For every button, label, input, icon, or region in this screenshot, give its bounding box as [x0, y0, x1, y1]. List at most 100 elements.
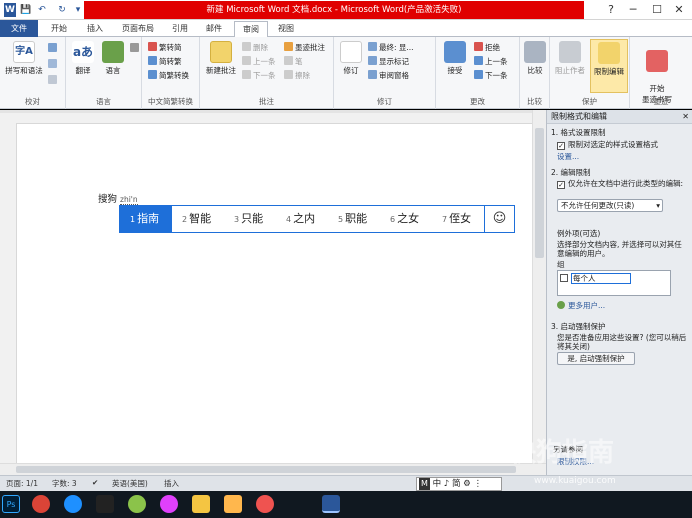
- map-icon[interactable]: [160, 495, 178, 513]
- close-button[interactable]: ✕: [668, 0, 690, 20]
- word-icon[interactable]: W: [4, 3, 16, 17]
- help-button[interactable]: ?: [600, 0, 622, 20]
- save-icon[interactable]: 💾: [20, 3, 32, 17]
- block-authors-button[interactable]: 阻止作者: [552, 41, 588, 76]
- formatting-settings-link[interactable]: 设置...: [557, 151, 579, 162]
- editing-type-select[interactable]: 不允许任何更改(只读) ▾: [557, 199, 663, 212]
- minimize-button[interactable]: ─: [622, 0, 644, 20]
- thesaurus-icon[interactable]: [48, 59, 59, 69]
- language-status[interactable]: 英语(美国): [112, 478, 148, 489]
- prev-comment-button[interactable]: 上一条: [242, 56, 276, 67]
- spelling-label: 拼写和语法: [5, 66, 43, 75]
- photoshop-icon[interactable]: Ps: [2, 495, 20, 513]
- groups-label: 组: [557, 260, 565, 269]
- tab-insert[interactable]: 插入: [80, 21, 110, 37]
- tab-references[interactable]: 引用: [166, 21, 194, 37]
- editing-restriction-checkbox[interactable]: ✓ 仅允许在文档中进行此类型的编辑:: [557, 179, 689, 189]
- show-markup-button[interactable]: 显示标记: [368, 56, 409, 67]
- tab-home[interactable]: 开始: [44, 21, 74, 37]
- candidate-6[interactable]: 6 之女: [390, 206, 419, 232]
- research-icon[interactable]: [48, 43, 59, 53]
- translate-button[interactable]: aあ 翻译: [68, 41, 98, 76]
- page-count[interactable]: 页面: 1/1: [6, 478, 38, 489]
- enforce-description: 您是否准备应用这些设置? (您可以稍后将其关闭): [557, 333, 687, 351]
- display-for-review-select[interactable]: 最终: 显...: [368, 42, 414, 53]
- candidate-4[interactable]: 4 之内: [286, 206, 315, 232]
- prev-change-button[interactable]: 上一条: [474, 56, 508, 67]
- new-comment-button[interactable]: 新建批注: [202, 41, 240, 76]
- trad-to-simp-button[interactable]: 繁转简: [148, 42, 182, 53]
- chevron-down-icon: ▾: [656, 201, 660, 210]
- accept-button[interactable]: 接受: [438, 41, 472, 76]
- document-page[interactable]: [16, 123, 534, 468]
- next-change-button[interactable]: 下一条: [474, 70, 508, 81]
- ime-toolbar[interactable]: M 中 ♪ 简 ⚙ ⋮: [416, 477, 502, 491]
- brush-icon[interactable]: [224, 495, 242, 513]
- compare-button[interactable]: 比较: [522, 41, 548, 76]
- ink-comment-button[interactable]: 墨迹批注: [284, 42, 325, 53]
- maximize-button[interactable]: ☐: [646, 0, 668, 20]
- insert-mode[interactable]: 插入: [164, 478, 179, 489]
- candidate-1[interactable]: 1 指南: [120, 206, 172, 232]
- paint-icon[interactable]: [256, 495, 274, 513]
- ball-icon[interactable]: [128, 495, 146, 513]
- group-proofing: 字A 拼写和语法 校对: [0, 37, 66, 109]
- tab-view[interactable]: 视图: [272, 21, 300, 37]
- more-users-link[interactable]: 更多用户...: [557, 300, 605, 311]
- undo-icon[interactable]: ↶: [36, 3, 48, 17]
- vertical-scroll-thumb[interactable]: [535, 128, 544, 258]
- reviewing-pane-button[interactable]: 审阅窗格: [368, 70, 409, 81]
- convert-button[interactable]: 简繁转换: [148, 70, 189, 81]
- ime-icon[interactable]: [130, 43, 141, 53]
- restrict-editing-label: 限制编辑: [594, 67, 624, 76]
- restrict-editing-button[interactable]: 限制编辑: [590, 39, 628, 93]
- vertical-scrollbar[interactable]: [532, 110, 546, 465]
- next-comment-button[interactable]: 下一条: [242, 70, 276, 81]
- pen-button[interactable]: 笔: [284, 56, 303, 67]
- candidate-2[interactable]: 2 智能: [182, 206, 211, 232]
- simp-to-trad-button[interactable]: 简转繁: [148, 56, 182, 67]
- candidate-7[interactable]: 7 侄女: [442, 206, 471, 232]
- pinyin-input: zhi'n: [120, 195, 138, 205]
- horizontal-scroll-thumb[interactable]: [16, 466, 516, 473]
- word-count-icon[interactable]: [48, 75, 59, 85]
- horizontal-scrollbar[interactable]: [0, 463, 546, 475]
- chrome-icon[interactable]: [32, 495, 50, 513]
- language-button[interactable]: 语言: [98, 41, 128, 76]
- pane-title: 限制格式和编辑 ✕: [547, 110, 692, 124]
- taskbar: Ps: [0, 491, 692, 518]
- redo-icon[interactable]: ↻: [56, 3, 68, 17]
- word-count[interactable]: 字数: 3: [52, 478, 77, 489]
- candidate-5[interactable]: 5 职能: [338, 206, 367, 232]
- pane-close-icon[interactable]: ✕: [682, 110, 689, 124]
- compare-label: 比较: [527, 66, 543, 75]
- title-bar: W 💾 ↶ ↻ ▾ 新建 Microsoft Word 文档.docx - Mi…: [0, 0, 692, 20]
- users-icon: [557, 301, 565, 309]
- proofing-icon[interactable]: ✔: [92, 478, 98, 487]
- users-list[interactable]: 每个人: [557, 270, 671, 296]
- checkbox-icon: ✓: [557, 181, 565, 189]
- group-label-comments: 批注: [259, 97, 274, 106]
- spelling-button[interactable]: 字A 拼写和语法: [4, 41, 44, 76]
- ie-icon[interactable]: [64, 495, 82, 513]
- track-changes-button[interactable]: 修订: [336, 41, 366, 76]
- tab-page-layout[interactable]: 页面布局: [116, 21, 160, 37]
- qq-icon[interactable]: [96, 495, 114, 513]
- reject-button[interactable]: 拒绝: [474, 42, 500, 53]
- customize-qat-icon[interactable]: ▾: [72, 3, 84, 17]
- formatting-restriction-checkbox[interactable]: ✓ 限制对选定的样式设置格式: [557, 139, 658, 150]
- delete-comment-button[interactable]: 删除: [242, 42, 268, 53]
- word-taskbar-icon[interactable]: [322, 495, 340, 513]
- start-enforcing-button[interactable]: 是, 启动强制保护: [557, 352, 635, 365]
- folder-icon[interactable]: [192, 495, 210, 513]
- everyone-checkbox[interactable]: 每个人: [560, 273, 631, 284]
- erase-button[interactable]: 擦除: [284, 70, 310, 81]
- tab-file[interactable]: 文件: [0, 20, 38, 37]
- candidate-3[interactable]: 3 只能: [234, 206, 263, 232]
- window-title: 新建 Microsoft Word 文档.docx - Microsoft Wo…: [84, 1, 584, 19]
- group-label-protect: 保护: [582, 97, 597, 106]
- tab-mailings[interactable]: 邮件: [200, 21, 228, 37]
- tab-review[interactable]: 审阅: [234, 21, 268, 38]
- section-enforce-title: 3. 启动强制保护: [551, 322, 606, 331]
- emoji-icon[interactable]: ☺: [484, 206, 514, 232]
